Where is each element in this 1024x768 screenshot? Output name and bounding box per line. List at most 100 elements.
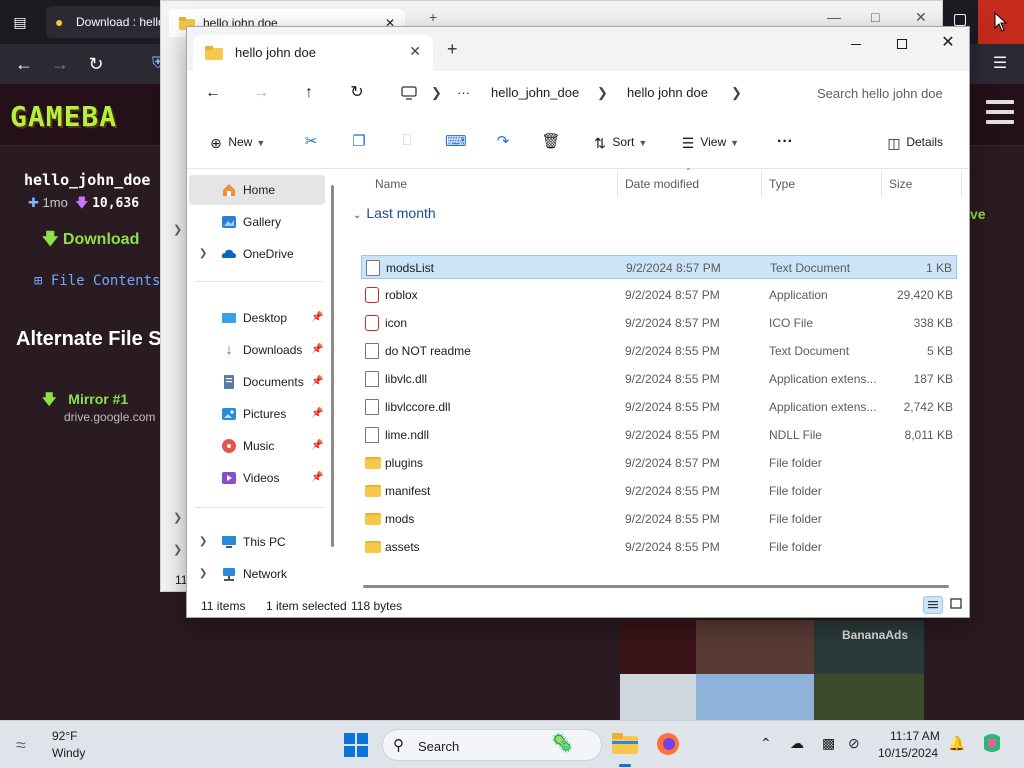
browser-tab[interactable]: ● Download : hello	[46, 6, 164, 38]
list-tabs-icon[interactable]: ▤	[8, 10, 32, 34]
sort-button[interactable]: ⇅ Sort ▼	[591, 129, 647, 155]
sidebar-item-gallery[interactable]: Gallery	[189, 207, 325, 237]
file-row[interactable]: plugins 9/2/2024 8:57 PM File folder	[361, 451, 957, 475]
display-icon[interactable]: ▩	[822, 735, 835, 752]
rename-icon[interactable]: ⌨	[445, 132, 467, 152]
group-header[interactable]: ⌄ Last month	[353, 205, 436, 221]
maximize-button[interactable]	[879, 27, 925, 59]
file-row[interactable]: libvlc.dll 9/2/2024 8:55 PM Application ex…	[361, 367, 957, 391]
breadcrumb-0[interactable]: hello_john_doe	[491, 85, 579, 100]
new-button[interactable]: ⊕ New ▼	[207, 129, 265, 155]
column-header-type[interactable]: Type	[769, 177, 795, 191]
column-header-name[interactable]: Name	[375, 177, 407, 191]
address-more[interactable]: ···	[457, 85, 470, 100]
column-divider[interactable]	[617, 171, 618, 197]
copilot-taskbar-icon[interactable]	[980, 731, 1008, 759]
sidebar-item-documents[interactable]: Documents 📌	[189, 367, 325, 397]
restore-icon[interactable]	[954, 14, 966, 26]
chevron-right-icon[interactable]: ❯	[173, 543, 182, 556]
file-row[interactable]: roblox 9/2/2024 8:57 PM Application 29,420 …	[361, 283, 957, 307]
sidebar-item-pictures[interactable]: Pictures 📌	[189, 399, 325, 429]
details-view-button[interactable]	[923, 596, 943, 614]
close-icon[interactable]: ✕	[915, 9, 927, 26]
pin-icon[interactable]: 📌	[311, 335, 323, 365]
refresh-icon[interactable]: ↻	[345, 81, 369, 105]
network-off-icon[interactable]: ☁	[790, 735, 804, 752]
delete-icon[interactable]: 🗑	[541, 132, 561, 152]
file-row[interactable]: icon 9/2/2024 8:57 PM ICO File 338 KB	[361, 311, 957, 335]
chevron-right-icon[interactable]: ❯	[731, 85, 742, 101]
site-download-button[interactable]: 🡇 Download	[42, 228, 139, 255]
column-divider[interactable]	[761, 171, 762, 197]
forward-icon[interactable]: →	[249, 81, 273, 105]
sidebar-item-music[interactable]: Music 📌	[189, 431, 325, 461]
file-explorer-taskbar-icon[interactable]	[611, 731, 639, 767]
address-bar[interactable]: ❯ ··· hello_john_doe ❯ hello john doe ❯	[391, 77, 791, 109]
start-button[interactable]	[344, 733, 368, 757]
paste-icon[interactable]: ⎕	[397, 132, 417, 152]
new-tab-icon[interactable]: +	[429, 9, 437, 25]
column-header-date[interactable]: Date modified	[625, 177, 699, 191]
minimize-button[interactable]	[833, 27, 879, 59]
close-tab-icon[interactable]: ✕	[409, 43, 421, 60]
new-tab-icon[interactable]: +	[447, 39, 458, 60]
weather-condition[interactable]: Windy	[52, 746, 85, 760]
breadcrumb-1[interactable]: hello john doe	[627, 85, 708, 100]
back-icon[interactable]: ←	[12, 52, 36, 76]
chevron-right-icon[interactable]: ❯	[199, 239, 207, 269]
pin-icon[interactable]: 📌	[311, 463, 323, 493]
forward-icon[interactable]: →	[48, 52, 72, 76]
sidebar-item-videos[interactable]: Videos 📌	[189, 463, 325, 493]
notification-bell-icon[interactable]: 🔔	[948, 735, 965, 752]
sidebar-item-desktop[interactable]: Desktop 📌	[189, 303, 325, 333]
file-row[interactable]: mods 9/2/2024 8:55 PM File folder	[361, 507, 957, 531]
copy-icon[interactable]: ❐	[349, 132, 369, 152]
cut-icon[interactable]: ✂	[301, 132, 321, 152]
file-row[interactable]: modsList 9/2/2024 8:57 PM Text Document 1 K…	[361, 255, 957, 279]
chevron-right-icon[interactable]: ❯	[173, 511, 182, 524]
horizontal-scrollbar[interactable]	[363, 585, 949, 588]
share-icon[interactable]: ↷	[493, 132, 513, 152]
pin-icon[interactable]: 📌	[311, 367, 323, 397]
minimize-icon[interactable]: —	[827, 9, 841, 25]
details-button[interactable]: ◫ Details	[885, 129, 943, 155]
clock-time[interactable]: 11:17 AM	[890, 729, 940, 743]
view-button[interactable]: ☰ View ▼	[679, 129, 739, 155]
pin-icon[interactable]: 📌	[311, 399, 323, 429]
browser-close-button[interactable]	[978, 0, 1024, 44]
file-contents-toggle[interactable]: ⊞ File Contents	[34, 273, 160, 289]
taskbar-search[interactable]: ⚲ Search 🦠	[382, 729, 602, 761]
tiles-view-button[interactable]	[947, 596, 967, 614]
mute-icon[interactable]: ⊘	[848, 735, 860, 752]
column-divider[interactable]	[881, 171, 882, 197]
reload-icon[interactable]: ↻	[84, 52, 108, 76]
file-row[interactable]: manifest 9/2/2024 8:55 PM File folder	[361, 479, 957, 503]
weather-temperature[interactable]: 92°F	[52, 729, 77, 743]
column-divider[interactable]	[961, 171, 962, 197]
back-icon[interactable]: ←	[201, 81, 225, 105]
chevron-right-icon[interactable]: ❯	[199, 527, 207, 557]
chevron-up-icon[interactable]: ⌃	[760, 735, 772, 752]
sidebar-scrollbar[interactable]	[331, 185, 334, 547]
sidebar-item-home[interactable]: Home	[189, 175, 325, 205]
column-header-size[interactable]: Size	[889, 177, 912, 191]
sidebar-item-downloads[interactable]: ↓ Downloads 📌	[189, 335, 325, 365]
more-options-button[interactable]: ···	[777, 129, 793, 155]
clock-date[interactable]: 10/15/2024	[878, 746, 938, 760]
weather-wind-icon[interactable]: ≈	[16, 735, 26, 756]
pin-icon[interactable]: 📌	[311, 431, 323, 461]
sidebar-item-this-pc[interactable]: ❯ This PC	[189, 527, 325, 557]
search-input[interactable]: Search hello john doe	[801, 77, 965, 109]
file-row[interactable]: assets 9/2/2024 8:55 PM File folder	[361, 535, 957, 559]
close-window-button[interactable]: ✕	[925, 27, 971, 59]
site-menu-icon[interactable]	[986, 100, 1014, 124]
site-username[interactable]: hello_john_doe	[24, 171, 150, 189]
site-logo[interactable]: GAMEBA	[10, 100, 117, 133]
file-row[interactable]: lime.ndll 9/2/2024 8:55 PM NDLL File 8,011 …	[361, 423, 957, 447]
maximize-icon[interactable]: □	[871, 9, 879, 25]
sidebar-item-onedrive[interactable]: ❯ OneDrive	[189, 239, 325, 269]
firefox-taskbar-icon[interactable]	[655, 731, 683, 759]
chevron-right-icon[interactable]: ❯	[199, 559, 207, 589]
pin-icon[interactable]: 📌	[311, 303, 323, 333]
file-row[interactable]: do NOT readme 9/2/2024 8:55 PM Text Docume…	[361, 339, 957, 363]
